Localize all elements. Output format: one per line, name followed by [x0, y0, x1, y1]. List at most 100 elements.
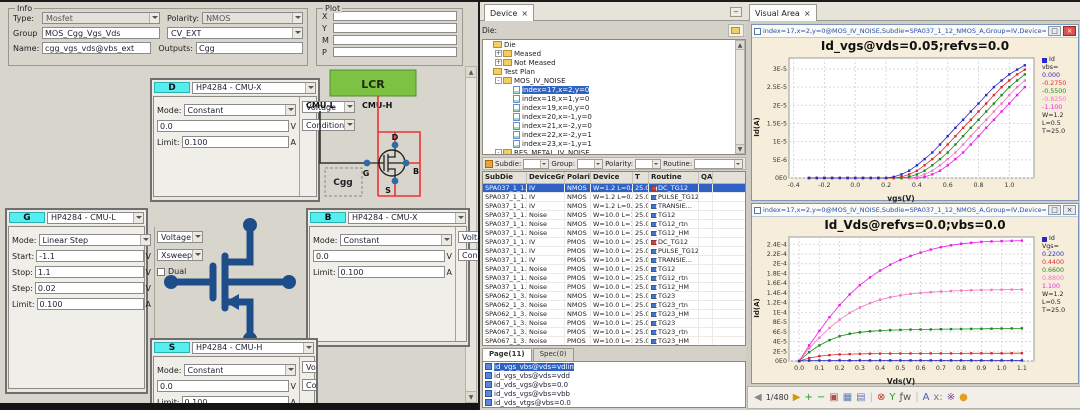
formula-icon[interactable]: ƒw	[899, 393, 911, 403]
minimize-button[interactable]: −	[730, 7, 742, 17]
prev-record-button[interactable]: ◀	[754, 393, 762, 403]
tree-item[interactable]: -MOS_IV_NOISE	[483, 76, 735, 85]
axis-settings-icon[interactable]: x:	[933, 393, 942, 403]
grid-view-icon[interactable]: ▦	[843, 393, 852, 403]
drain-mode-select[interactable]: Constant	[184, 104, 297, 116]
source-mode-select[interactable]: Constant	[184, 364, 297, 376]
table-row[interactable]: SPA037_1_1...NoisePMOSW=10.0 L=10.025.0T…	[483, 265, 745, 274]
close-button[interactable]: ×	[1063, 26, 1076, 36]
toggle-icon[interactable]: +	[495, 59, 502, 66]
column-header[interactable]: Routine	[649, 172, 699, 183]
source-instrument-select[interactable]: HP4284 - CMU-H	[192, 342, 314, 354]
name-input[interactable]	[42, 42, 151, 54]
delete-icon[interactable]: ⊗	[877, 393, 885, 403]
type-select[interactable]: Mosfet	[42, 12, 160, 24]
marker-icon[interactable]: ※	[947, 393, 955, 403]
tab-visual-area[interactable]: Visual Area×	[749, 4, 817, 21]
table-row[interactable]: SPA062_1_3...NoiseNMOSW=10.0 L=10.025.0T…	[483, 292, 745, 301]
add-icon[interactable]: +	[804, 393, 812, 403]
y-filter-icon[interactable]: Y	[889, 393, 895, 403]
tree-item[interactable]: index=20,x=-1,y=0	[483, 112, 735, 121]
source-voltage-select[interactable]: Voltage	[302, 361, 318, 373]
tree-item[interactable]: index=18,x=1,y=0	[483, 94, 735, 103]
source-value-input[interactable]	[157, 380, 289, 392]
close-icon[interactable]: ×	[521, 9, 528, 18]
column-header[interactable]: Device	[591, 172, 633, 183]
page-item[interactable]: id_vgs_vbs@vds=vdlin	[483, 362, 745, 371]
polarity-filter-select[interactable]	[635, 159, 661, 169]
tab-page[interactable]: Page(11)	[482, 348, 532, 361]
outputs-input[interactable]	[196, 42, 303, 54]
table-row[interactable]: SPA037_1_1...IVNMOSW=1.2 L=0.525.0DC_TG1…	[483, 184, 745, 193]
column-header[interactable]: SubDie	[483, 172, 527, 183]
source-condition-select[interactable]: Condition	[302, 379, 318, 391]
scroll-up-icon[interactable]: ▲	[736, 41, 744, 50]
tree-item[interactable]: +Meased	[483, 49, 735, 58]
tree-item[interactable]: -RES_METAL_IV_NOISE	[483, 148, 735, 154]
table-row[interactable]: SPA037_1_1...IVPMOSW=10.0 L=10.025.0TRAN…	[483, 256, 745, 265]
tree-item[interactable]: Die	[483, 40, 735, 49]
page-item[interactable]: id_vds_vgs@vbs=vbb	[483, 389, 745, 398]
plot-p-input[interactable]	[333, 47, 457, 57]
next-record-button[interactable]: ▶	[793, 393, 801, 403]
plot-y-input[interactable]	[333, 23, 457, 33]
group-filter-select[interactable]	[577, 159, 603, 169]
window-titlebar[interactable]: index=17,x=2,y=0@MOS_IV_NOISE,Subdie=SPA…	[752, 25, 1078, 38]
column-header[interactable]: QA	[699, 172, 713, 183]
restore-button[interactable]: □	[1048, 205, 1061, 215]
table-row[interactable]: SPA062_1_3...NoiseNMOSW=10.0 L=10.025.0T…	[483, 310, 745, 319]
copy-page-icon[interactable]: ▣	[829, 393, 838, 403]
open-die-button[interactable]	[728, 24, 744, 37]
table-row[interactable]: SPA037_1_1...NoiseNMOSW=10.0 L=10.025.0T…	[483, 229, 745, 238]
table-row[interactable]: SPA037_1_1...NoisePMOSW=10.0 L=10.025.0T…	[483, 274, 745, 283]
scroll-up-icon[interactable]: ▲	[466, 67, 476, 78]
table-row[interactable]: SPA037_1_1...NoiseNMOSW=10.0 L=10.025.0T…	[483, 211, 745, 220]
toggle-icon[interactable]: -	[495, 149, 502, 154]
table-row[interactable]: SPA062_1_3...NoiseNMOSW=10.0 L=10.025.0T…	[483, 301, 745, 310]
tree-item[interactable]: index=19,x=0,y=0	[483, 103, 735, 112]
gate-step-input[interactable]	[35, 282, 144, 294]
tree-item[interactable]: index=23,x=-1,y=1	[483, 139, 735, 148]
page-item[interactable]: id_vds_vtgs@vbs=0.0	[483, 398, 745, 407]
tree-item[interactable]: Test Plan	[483, 67, 735, 76]
tree-item[interactable]: +Not Meased	[483, 58, 735, 67]
table-row[interactable]: SPA037_1_1...IVPMOSW=10.0 L=10.025.0PULS…	[483, 247, 745, 256]
table-row[interactable]: SPA037_1_1...NoiseNMOSW=10.0 L=10.025.0T…	[483, 220, 745, 229]
page-item[interactable]: id_vgs_vbs@vds=vdd	[483, 371, 745, 380]
close-icon[interactable]: ×	[804, 9, 811, 18]
table-row[interactable]: SPA067_1_3...NoisePMOSW=10.0 L=10.025.0T…	[483, 337, 745, 346]
column-header[interactable]: DeviceGroup	[527, 172, 565, 183]
lock-icon[interactable]: ●	[959, 393, 968, 403]
group-input[interactable]	[42, 27, 160, 39]
gate-stop-input[interactable]	[35, 266, 144, 278]
tab-device[interactable]: Device×	[484, 4, 534, 21]
column-header[interactable]: Polarity	[565, 172, 591, 183]
routine-filter-select[interactable]	[694, 159, 743, 169]
table-row[interactable]: SPA037_1_1...IVPMOSW=10.0 L=10.025.0DC_T…	[483, 238, 745, 247]
window-titlebar[interactable]: index=17,x=2,y=0@MOS_IV_NOISE,Subdie=SPA…	[752, 204, 1078, 217]
table-row[interactable]: SPA067_1_3...NoisePMOSW=10.0 L=10.025.0T…	[483, 328, 745, 337]
panel-view-icon[interactable]: ▤	[856, 393, 865, 403]
cv-ext-select[interactable]: CV_EXT	[167, 27, 303, 39]
table-row[interactable]: SPA037_1_1...IVNMOSW=1.2 L=0.525.0TRANSI…	[483, 202, 745, 211]
gate-start-input[interactable]	[36, 250, 143, 262]
remove-icon[interactable]: −	[817, 393, 825, 403]
gate-mode-select[interactable]: Linear Step	[39, 234, 152, 246]
subdie-filter-select[interactable]	[523, 159, 549, 169]
tree-item[interactable]: index=21,x=-2,y=0	[483, 121, 735, 130]
toggle-icon[interactable]: -	[495, 77, 502, 84]
page-item[interactable]: id_vds_vgs@vbs=0.0	[483, 380, 745, 389]
scroll-down-icon[interactable]: ▼	[466, 391, 476, 402]
tab-spec[interactable]: Spec(0)	[533, 348, 574, 361]
bulk-mode-select[interactable]: Constant	[340, 234, 453, 246]
close-button[interactable]: ×	[1063, 205, 1076, 215]
toggle-icon[interactable]: +	[495, 50, 502, 57]
gate-limit-input[interactable]	[37, 298, 144, 310]
drain-value-input[interactable]	[157, 120, 289, 132]
bulk-value-input[interactable]	[313, 250, 445, 262]
polarity-select[interactable]: NMOS	[202, 12, 303, 24]
bulk-limit-input[interactable]	[338, 266, 445, 278]
table-row[interactable]: SPA067_1_3...NoisePMOSW=10.0 L=10.025.0T…	[483, 319, 745, 328]
plot-x-input[interactable]	[333, 11, 457, 21]
restore-button[interactable]: □	[1048, 26, 1061, 36]
